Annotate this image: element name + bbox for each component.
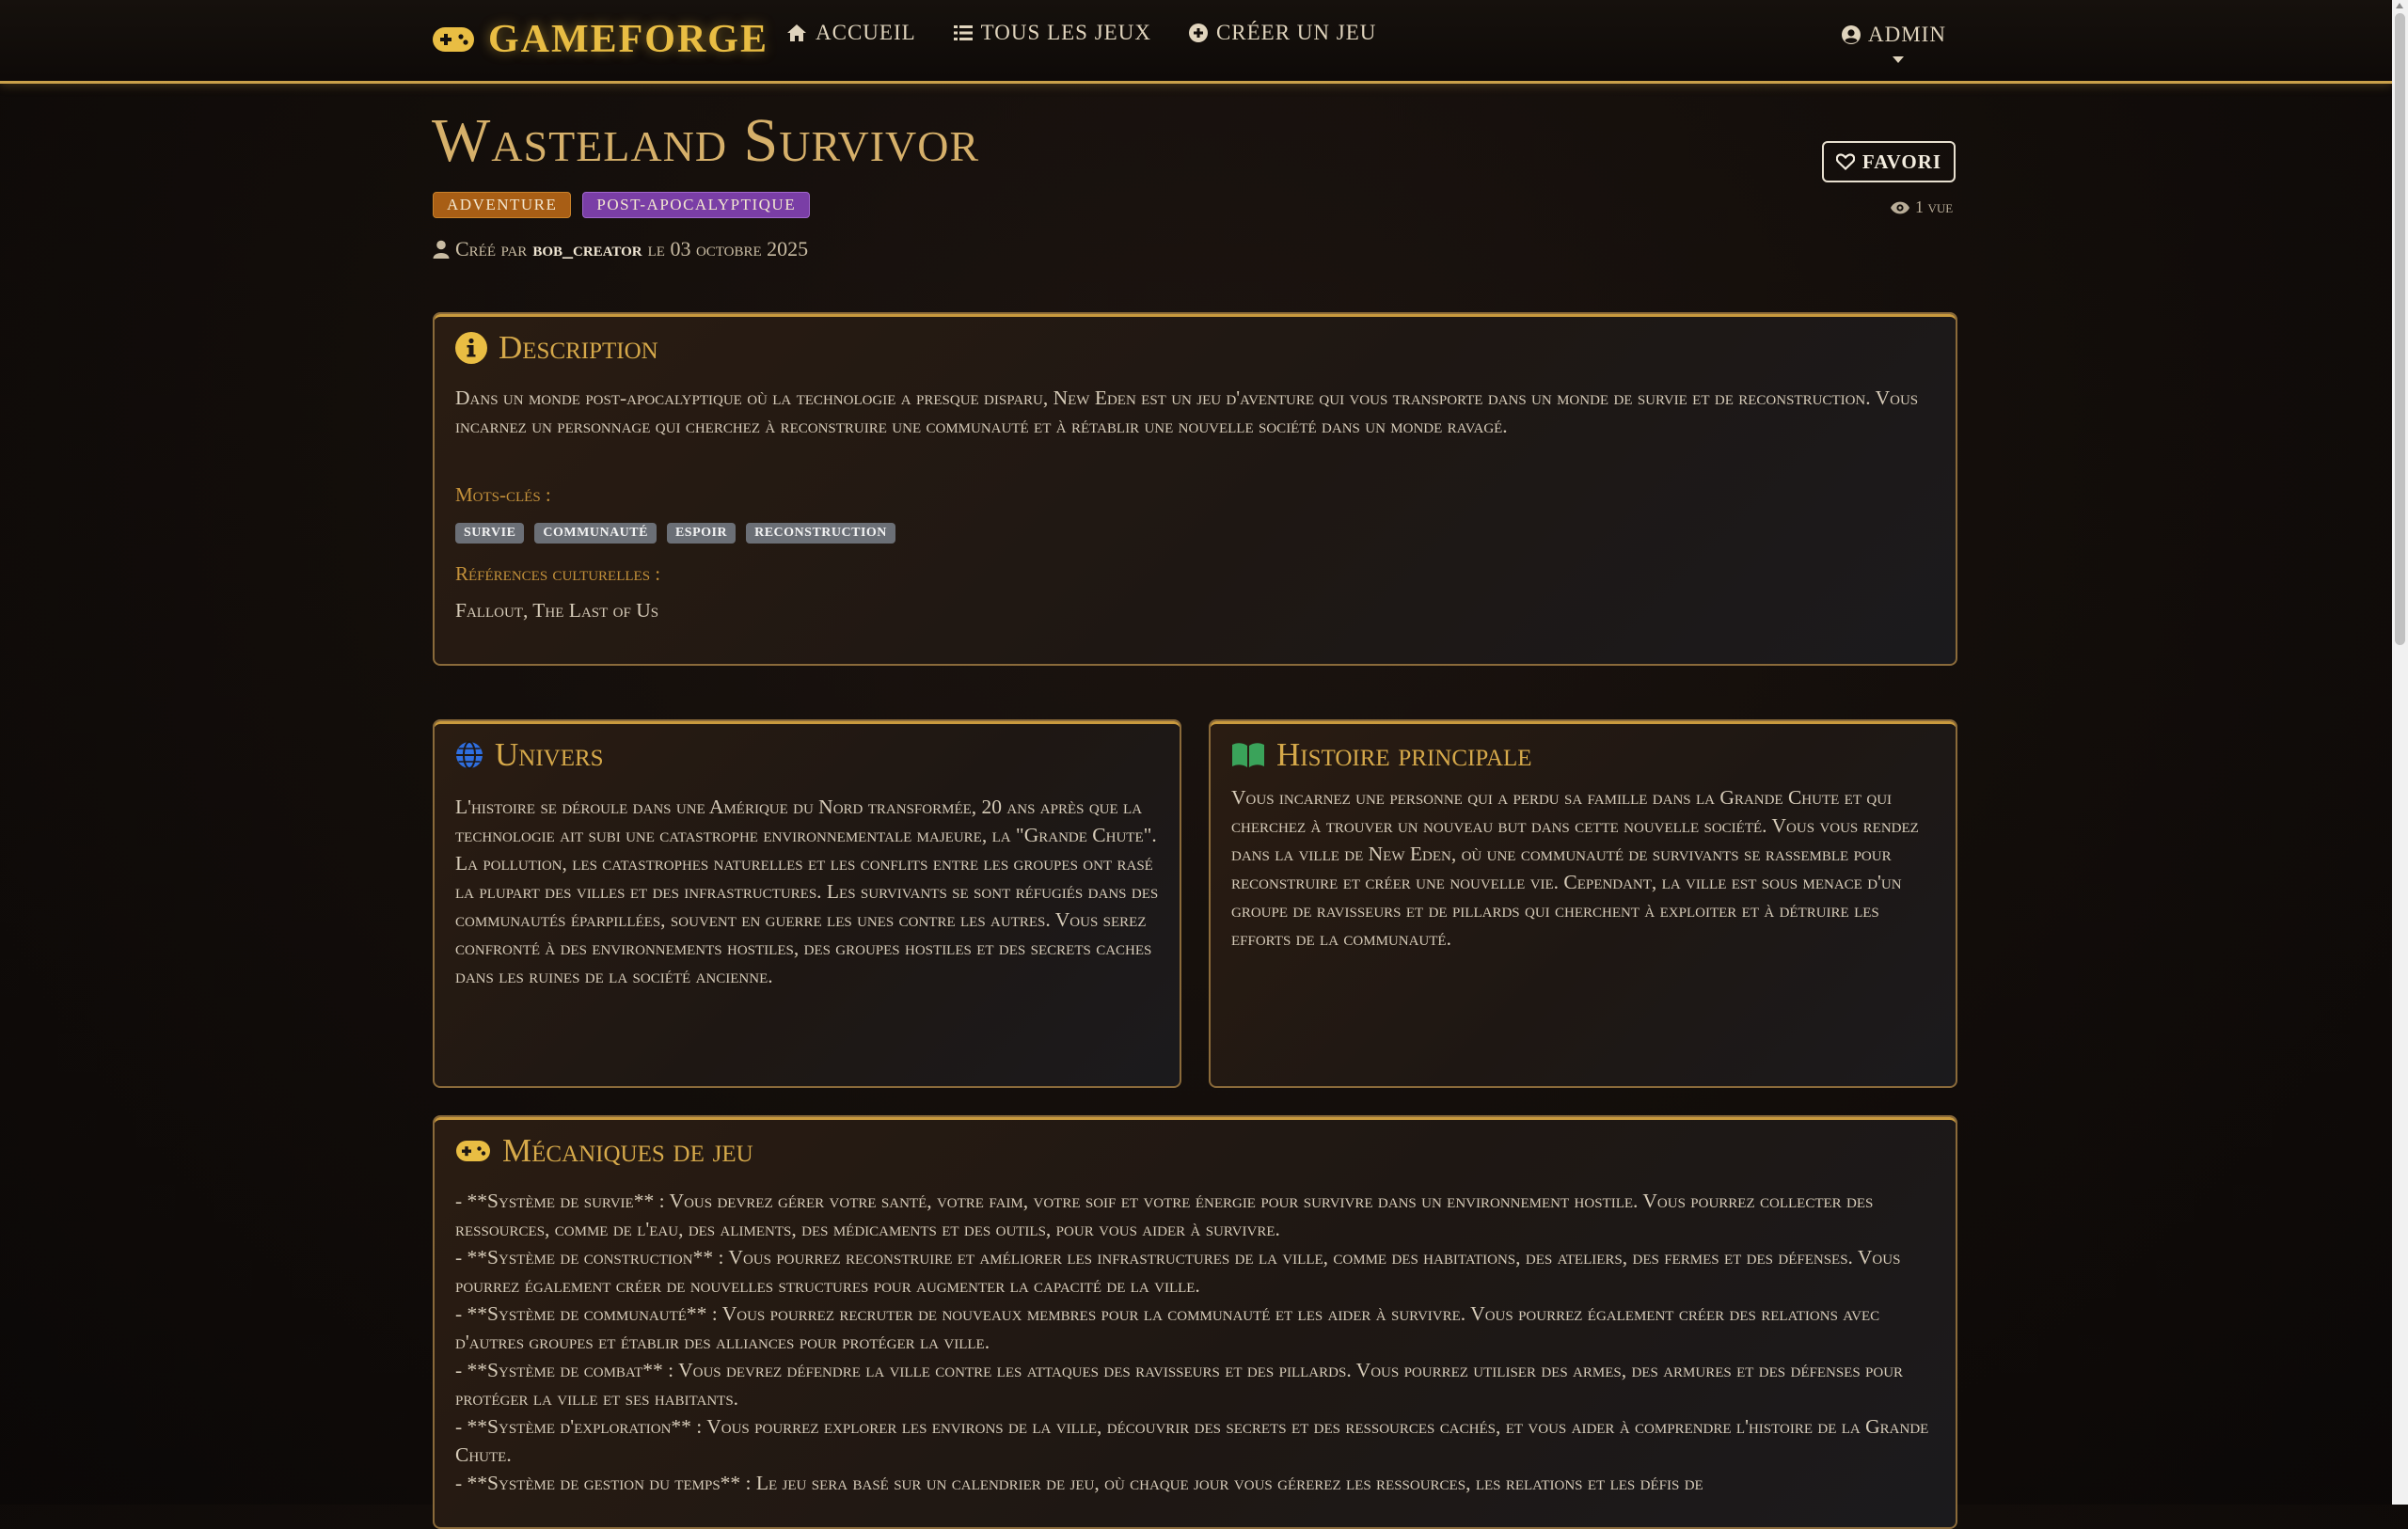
user-icon xyxy=(433,240,450,259)
game-badges: ADVENTURE POST-APOCALYPTIQUE xyxy=(433,192,811,218)
globe-icon xyxy=(456,741,483,769)
references-label: Références culturelles : xyxy=(455,562,661,585)
brand-name: GAMEFORGE xyxy=(488,18,768,61)
navbar: GAMEFORGE ACCUEIL TOUS LES JEUX CRÉER UN… xyxy=(0,0,2392,84)
author-byline: Créé par bob_creator le 03 octobre 2025 xyxy=(433,237,808,261)
gamepad-icon xyxy=(456,1141,490,1161)
mecaniques-list: - **Système de survie** : Vous devrez gé… xyxy=(455,1187,1937,1497)
view-count-text: 1 vue xyxy=(1915,197,1954,216)
keyword-tag: COMMUNAUTÉ xyxy=(534,523,657,544)
author-name[interactable]: bob_creator xyxy=(532,237,642,261)
nav-link-label: ACCUEIL xyxy=(816,21,916,44)
histoire-text: Vous incarnez une personne qui a perdu s… xyxy=(1231,786,1919,950)
univers-heading: Univers xyxy=(455,736,604,774)
mecanique-item: - **Système de survie** : Vous devrez gé… xyxy=(455,1190,1874,1240)
mecaniques-card: Mécaniques de jeu - **Système de survie*… xyxy=(433,1115,1957,1529)
user-name: ADMIN xyxy=(1868,23,1946,46)
list-icon xyxy=(953,25,973,40)
keyword-tag: ESPOIR xyxy=(666,523,737,544)
page-title: Wasteland Survivor xyxy=(432,106,980,175)
book-open-icon xyxy=(1232,743,1264,767)
univers-text: L'histoire se déroule dans une Amérique … xyxy=(455,796,1159,987)
keyword-tag: SURVIE xyxy=(455,523,525,544)
description-heading: Description xyxy=(455,329,658,367)
user-menu[interactable]: ADMIN xyxy=(1842,23,1946,47)
references-text: Fallout, The Last of Us xyxy=(455,599,659,622)
univers-title: Univers xyxy=(495,736,604,773)
mecanique-item: - **Système de construction** : Vous pou… xyxy=(455,1246,1901,1297)
scroll-up-arrow[interactable] xyxy=(2396,3,2403,8)
gamepad-icon xyxy=(433,27,474,52)
mecaniques-title: Mécaniques de jeu xyxy=(502,1132,753,1169)
scrollbar-thumb[interactable] xyxy=(2395,13,2405,645)
histoire-heading: Histoire principale xyxy=(1231,736,1532,774)
histoire-card: Histoire principale Vous incarnez une pe… xyxy=(1209,719,1957,1088)
nav-link-creer-un-jeu[interactable]: CRÉER UN JEU xyxy=(1188,21,1377,45)
byline-prefix: Créé par xyxy=(455,237,528,260)
genre-badge: ADVENTURE xyxy=(433,192,572,218)
favorite-label: FAVORI xyxy=(1861,150,1942,173)
description-card: Description Dans un monde post-apocalypt… xyxy=(433,312,1957,666)
home-icon xyxy=(787,24,806,41)
univers-card: Univers L'histoire se déroule dans une A… xyxy=(433,719,1181,1088)
keyword-tag: RECONSTRUCTION xyxy=(746,523,895,544)
description-title: Description xyxy=(499,329,658,366)
keywords-label: Mots-clés : xyxy=(455,483,551,506)
mecanique-item: - **Système de gestion du temps** : Le j… xyxy=(455,1472,1703,1494)
eye-icon xyxy=(1891,201,1909,213)
favorite-button[interactable]: FAVORI xyxy=(1822,141,1956,182)
keyword-tags: SURVIE COMMUNAUTÉ ESPOIR RECONSTRUCTION xyxy=(455,523,895,544)
theme-badge: POST-APOCALYPTIQUE xyxy=(582,192,811,218)
scrollbar[interactable] xyxy=(2392,0,2408,1505)
mecaniques-heading: Mécaniques de jeu xyxy=(455,1132,753,1170)
nav-link-label: CRÉER UN JEU xyxy=(1215,21,1377,44)
mecanique-item: - **Système d'exploration** : Vous pourr… xyxy=(455,1415,1929,1466)
nav-link-label: TOUS LES JEUX xyxy=(980,21,1151,44)
mecanique-item: - **Système de combat** : Vous devrez dé… xyxy=(455,1359,1904,1410)
brand-logo[interactable]: GAMEFORGE xyxy=(432,13,768,66)
nav-link-accueil[interactable]: ACCUEIL xyxy=(786,21,916,45)
user-circle-icon xyxy=(1842,25,1861,44)
info-icon xyxy=(455,332,487,364)
byline-date: le 03 octobre 2025 xyxy=(647,237,809,260)
mecanique-item: - **Système de communauté** : Vous pourr… xyxy=(455,1302,1880,1353)
view-count: 1 vue xyxy=(1891,197,1953,217)
histoire-title: Histoire principale xyxy=(1276,736,1532,773)
description-text: Dans un monde post-apocalyptique où la t… xyxy=(455,386,1919,437)
chevron-down-icon[interactable] xyxy=(1893,56,1904,63)
nav-link-tous-les-jeux[interactable]: TOUS LES JEUX xyxy=(953,21,1151,45)
heart-icon xyxy=(1835,153,1855,170)
nav-links: ACCUEIL TOUS LES JEUX CRÉER UN JEU xyxy=(786,21,1376,45)
plus-circle-icon xyxy=(1188,24,1208,42)
